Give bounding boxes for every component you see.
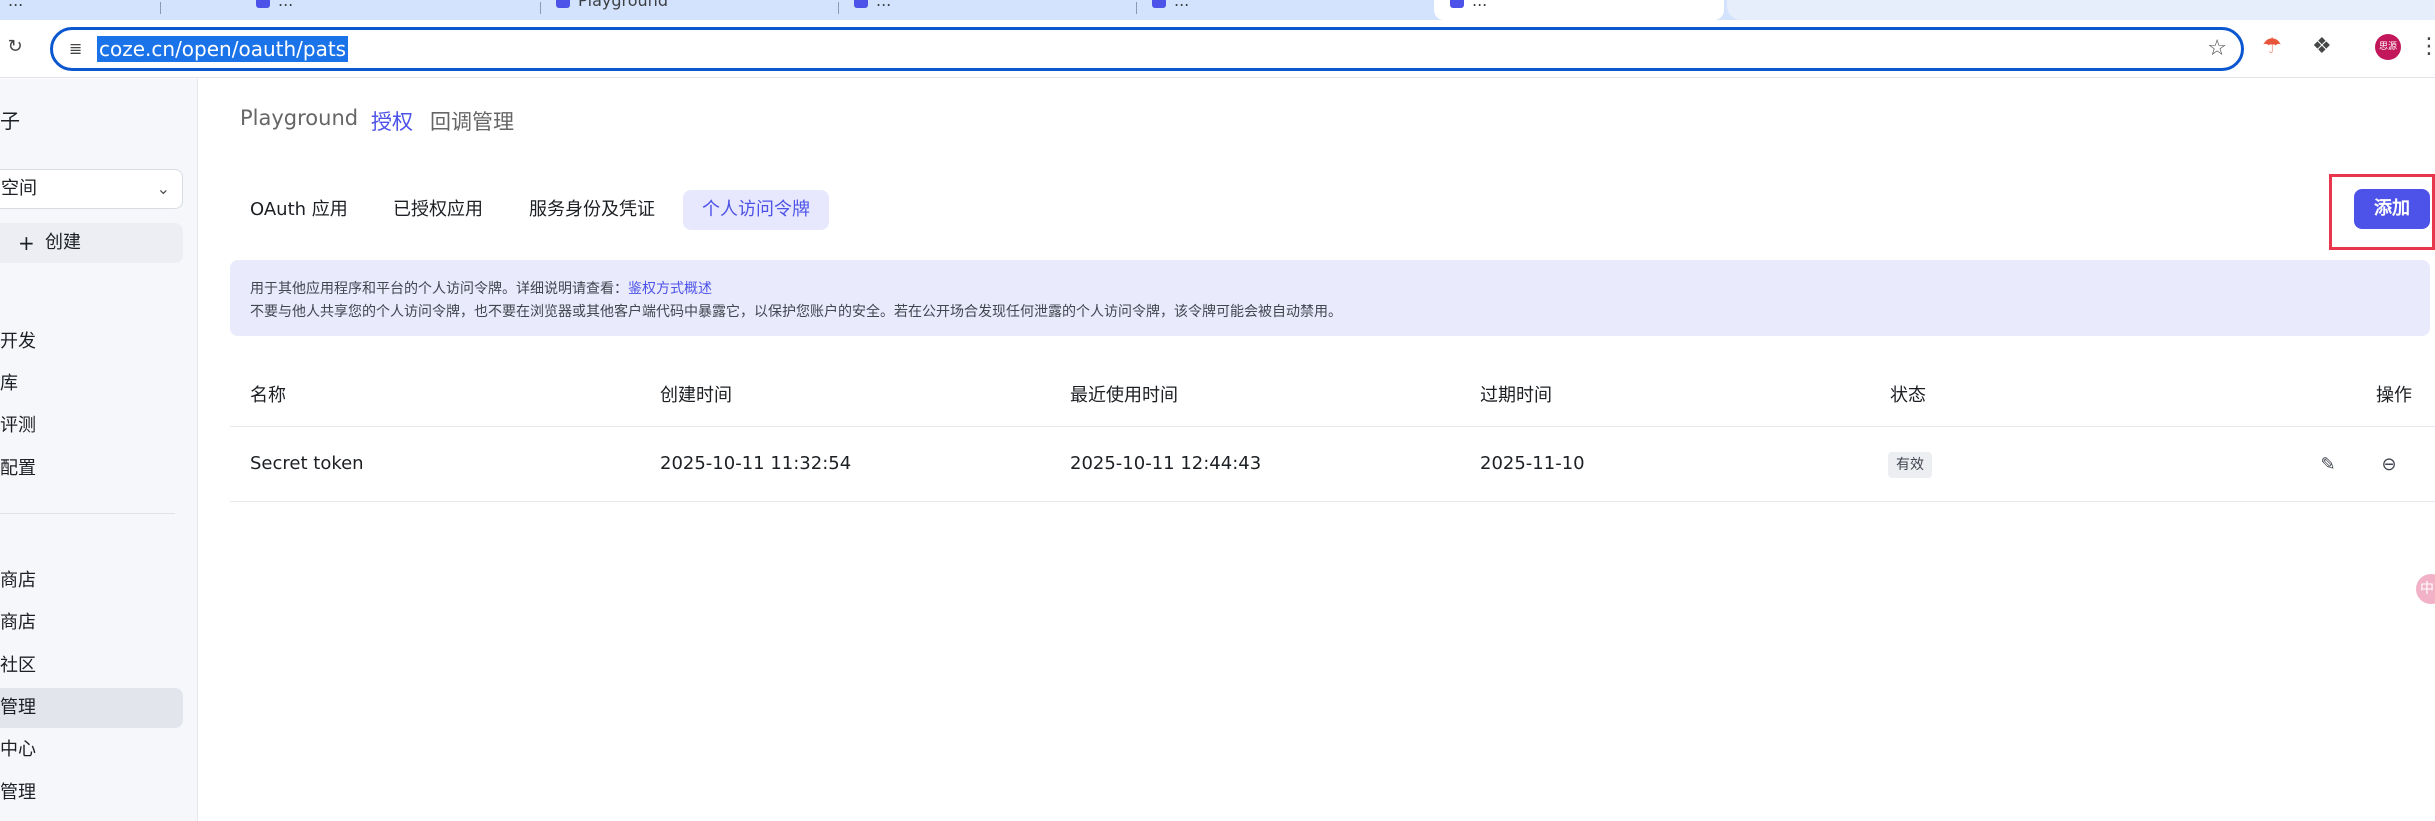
sidebar-item[interactable]: 社区 [0,646,183,686]
col-created: 创建时间 [660,385,732,406]
sidebar-item[interactable]: 管理 [0,773,183,813]
sidebar-item[interactable]: 中心 [0,730,183,770]
col-actions: 操作 [2376,385,2412,406]
sidebar-item[interactable]: 开发 [0,322,183,362]
sidebar-item[interactable]: 库 [0,364,183,404]
create-button[interactable]: + 创建 [0,223,183,263]
sidebar-item[interactable]: 评测 [0,406,183,446]
translate-icon[interactable]: ☂ [2262,36,2282,58]
minus-circle-icon[interactable]: ⊖ [2378,454,2400,476]
token-name: Secret token [250,453,364,474]
table-header: 名称 创建时间 最近使用时间 过期时间 状态 操作 [230,375,2435,427]
sidebar-divider [0,513,175,514]
nav-callback-management[interactable]: 回调管理 [430,106,514,136]
plus-icon: + [18,231,35,255]
notice-line-1: 用于其他应用程序和平台的个人访问令牌。详细说明请查看：鉴权方式概述 [250,281,712,297]
tab-separator [160,2,161,14]
status-badge: 有效 [1888,452,1932,478]
browser-tab[interactable]: ... [0,0,23,20]
browser-tab[interactable]: ... [1136,0,1189,20]
star-icon[interactable]: ☆ [2207,36,2227,61]
tab-favicon-icon [1450,0,1464,8]
browser-tabstrip: ... ... Playground ... ... ... [0,0,2435,20]
nav-authorization[interactable]: 授权 [371,106,413,136]
floating-assistant[interactable]: 中 [2416,574,2435,604]
new-tab-area[interactable] [1727,0,2435,20]
browser-tab-active[interactable]: ... [1434,0,1724,20]
sidebar-item-active[interactable]: 管理 [0,688,183,728]
browser-tab[interactable]: ... [240,0,293,20]
add-token-button[interactable]: 添加 [2354,189,2430,229]
token-created: 2025-10-11 11:32:54 [660,453,852,474]
space-selector[interactable]: 空间 ⌄ [0,169,183,209]
col-expires: 过期时间 [1480,385,1552,406]
puzzle-icon[interactable]: ❖ [2312,36,2332,58]
reload-icon[interactable]: ↻ [6,38,24,56]
sidebar-item[interactable]: 配置 [0,449,183,489]
col-status: 状态 [1890,385,1926,406]
tune-icon[interactable]: ≣ [69,39,89,59]
chevron-down-icon: ⌄ [156,179,170,198]
browser-tab[interactable]: Playground [540,0,668,20]
tab-authorized-apps[interactable]: 已授权应用 [374,190,502,230]
tab-favicon-icon [256,0,270,8]
sidebar: 子 空间 ⌄ + 创建 开发 库 评测 配置 商店 商店 社区 管理 中心 管理 [0,79,198,821]
tab-favicon-icon [556,0,570,8]
avatar[interactable]: 思源 [2375,34,2401,60]
nav-playground[interactable]: Playground [240,106,358,130]
sidebar-header: 子 [0,109,20,133]
col-last-used: 最近使用时间 [1070,385,1178,406]
tab-oauth-apps[interactable]: OAuth 应用 [231,190,367,230]
table-row: Secret token 2025-10-11 11:32:54 2025-10… [230,428,2435,502]
sidebar-item[interactable]: 商店 [0,603,183,643]
col-name: 名称 [250,385,286,406]
space-selector-label: 空间 [1,178,37,199]
tab-favicon-icon [1152,0,1166,8]
url-text[interactable]: coze.cn/open/oauth/pats [97,36,349,62]
kebab-icon[interactable]: ⋮ [2418,34,2435,59]
notice-line-2: 不要与他人共享您的个人访问令牌，也不要在浏览器或其他客户端代码中暴露它，以保护您… [250,304,1342,320]
tab-personal-access-tokens[interactable]: 个人访问令牌 [683,190,829,230]
token-expires: 2025-11-10 [1480,453,1585,474]
edit-icon[interactable]: ✎ [2317,454,2339,476]
create-button-label: 创建 [45,232,81,253]
browser-tab[interactable]: ... [838,0,891,20]
address-bar[interactable]: ≣ coze.cn/open/oauth/pats ☆ [50,27,2244,71]
sidebar-item[interactable]: 商店 [0,561,183,601]
token-last-used: 2025-10-11 12:44:43 [1070,453,1262,474]
auth-overview-link[interactable]: 鉴权方式概述 [628,281,712,297]
tab-service-identity[interactable]: 服务身份及凭证 [510,190,674,230]
tab-favicon-icon [854,0,868,8]
info-notice: 用于其他应用程序和平台的个人访问令牌。详细说明请查看：鉴权方式概述 不要与他人共… [230,260,2430,336]
